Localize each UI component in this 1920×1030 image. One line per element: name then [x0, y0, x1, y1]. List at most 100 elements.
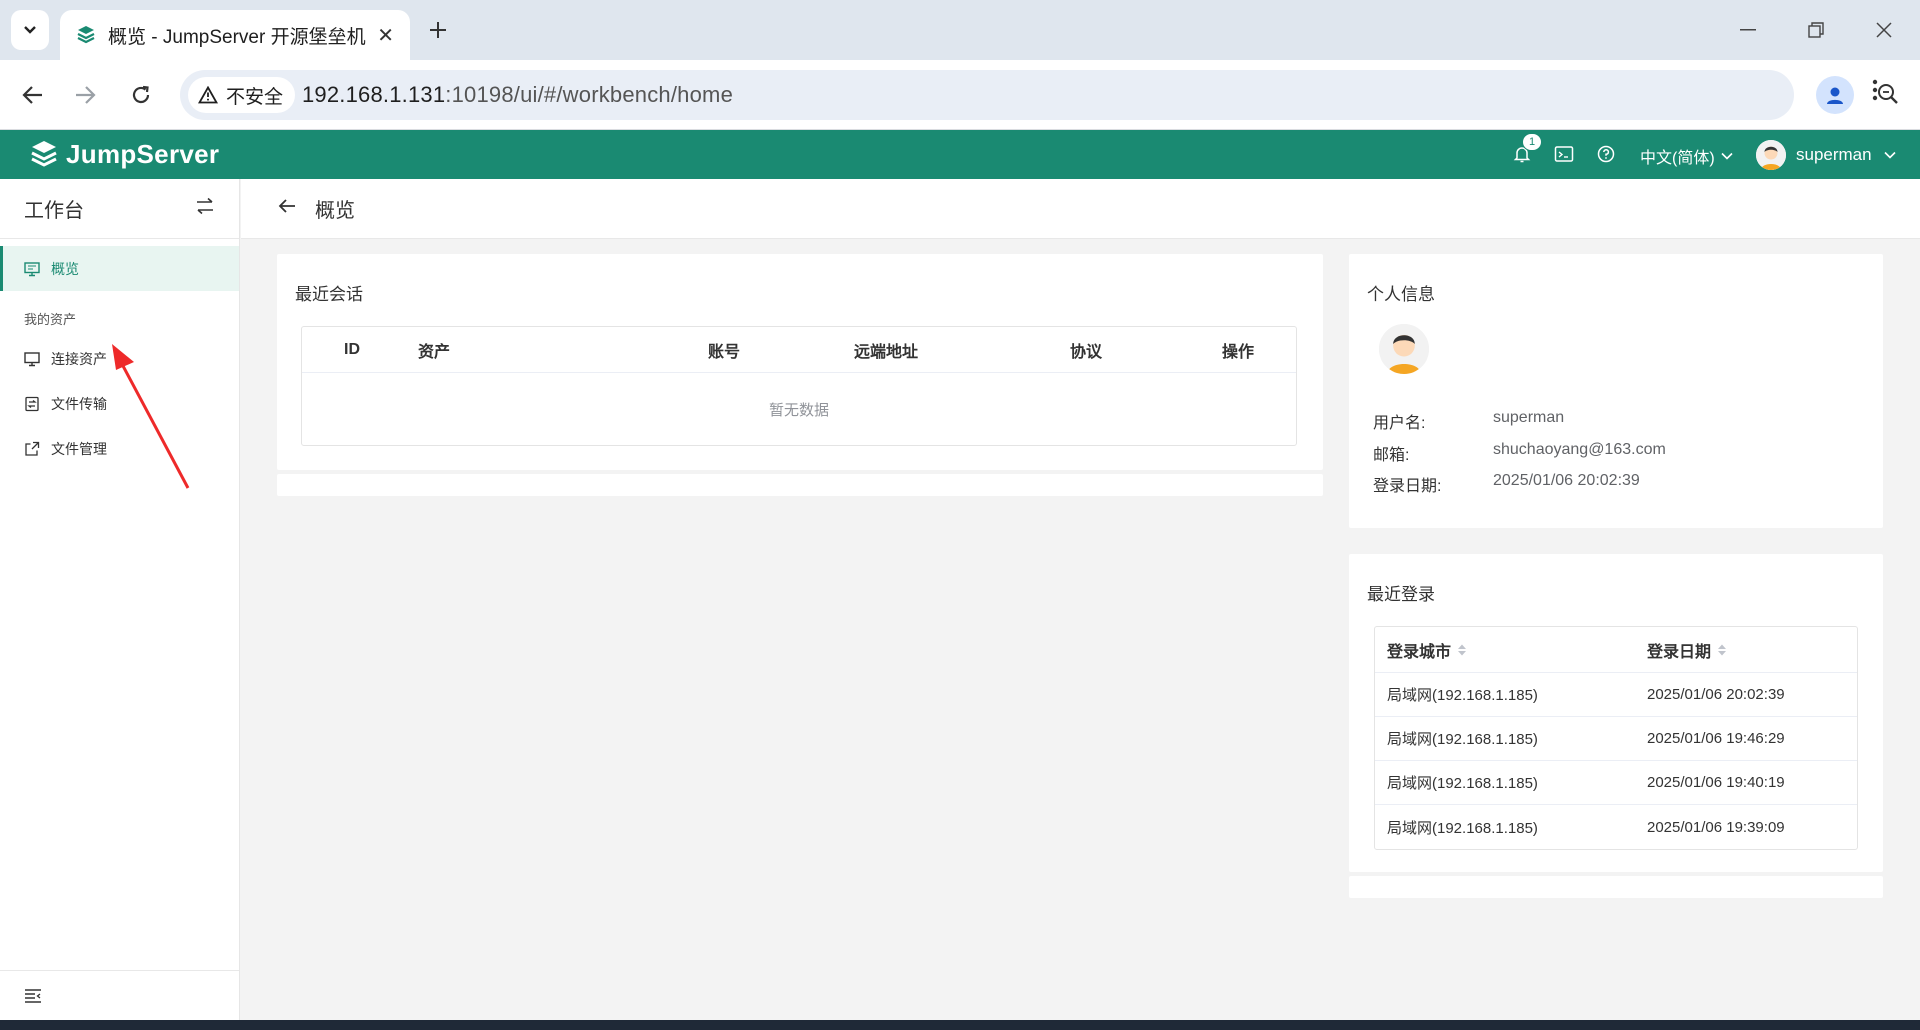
card-title: 个人信息 [1367, 285, 1435, 304]
language-switcher[interactable]: 中文(简体) [1640, 144, 1733, 168]
column-header-id: ID [344, 340, 360, 358]
back-button[interactable] [14, 76, 52, 114]
restore-button[interactable] [1796, 12, 1836, 48]
arrow-left-icon [22, 86, 42, 104]
help-circle-icon [1597, 145, 1615, 163]
url-path: :10198/ui/#/workbench/home [445, 82, 734, 107]
empty-state-text: 暂无数据 [768, 401, 829, 419]
page-title: 概览 [315, 200, 355, 222]
close-window-button[interactable] [1864, 12, 1904, 48]
sessions-table: ID 资产 账号 远端地址 协议 操作 暂无数据 [301, 326, 1297, 446]
notification-count-badge: 1 [1522, 133, 1542, 151]
sidebar-header: 工作台 [0, 179, 239, 239]
cell-date: 2025/01/06 19:39:09 [1647, 818, 1785, 836]
arrow-left-icon [278, 199, 295, 213]
table-row: 局域网(192.168.1.185) 2025/01/06 19:40:19 [1375, 761, 1857, 805]
reload-button[interactable] [122, 76, 160, 114]
file-transfer-icon [25, 396, 39, 411]
back-button[interactable] [277, 198, 297, 219]
new-tab-button[interactable] [422, 14, 454, 46]
info-label: 用户名: [1373, 415, 1426, 432]
user-avatar-icon [1756, 140, 1786, 170]
os-taskbar [0, 1020, 1920, 1030]
language-label: 中文(简体) [1640, 150, 1715, 167]
cell-city: 局域网(192.168.1.185) [1387, 819, 1538, 837]
card-title: 最近登录 [1367, 585, 1435, 604]
browser-profile-button[interactable] [1816, 76, 1854, 114]
sidebar-nav: 概览 我的资产 连接资产 文件传输 文件管理 [0, 239, 239, 471]
forward-button[interactable] [66, 76, 104, 114]
cell-date: 2025/01/06 20:02:39 [1647, 686, 1785, 703]
user-menu[interactable]: superman [1756, 140, 1896, 170]
profile-card: 个人信息 用户名: superman 邮箱: shuchaoyang@163.c… [1349, 254, 1883, 528]
card-title: 最近会话 [295, 285, 363, 304]
sidebar-group-label: 我的资产 [24, 312, 77, 327]
view-switch-button[interactable] [195, 197, 215, 220]
minimize-button[interactable] [1728, 12, 1768, 48]
sidebar-collapse-button[interactable] [0, 970, 239, 1020]
jumpserver-favicon-icon [77, 26, 95, 44]
column-header-label: 登录城市 [1387, 643, 1452, 661]
browser-menu-button[interactable] [1872, 78, 1878, 107]
reload-icon [132, 85, 150, 104]
column-header-date[interactable]: 登录日期 [1647, 638, 1857, 662]
card-footer-strip [277, 474, 1323, 496]
kebab-menu-icon [1872, 79, 1878, 101]
info-value-login-date: 2025/01/06 20:02:39 [1493, 472, 1640, 489]
address-bar[interactable]: 不安全 192.168.1.131:10198/ui/#/workbench/h… [180, 70, 1898, 120]
zoom-button[interactable] [1876, 82, 1900, 111]
cell-date: 2025/01/06 19:46:29 [1647, 730, 1785, 747]
info-value-username: superman [1493, 409, 1565, 426]
help-button[interactable] [1594, 142, 1618, 166]
table-header: 登录城市 登录日期 [1375, 627, 1857, 673]
minimize-icon [1740, 29, 1756, 31]
column-header-city[interactable]: 登录城市 [1375, 638, 1647, 662]
web-terminal-button[interactable] [1552, 142, 1576, 166]
sidebar-item-file-transfer[interactable]: 文件传输 [0, 381, 239, 426]
sidebar-item-overview[interactable]: 概览 [0, 246, 239, 291]
url-text[interactable]: 192.168.1.131:10198/ui/#/workbench/home [302, 82, 733, 108]
security-chip[interactable]: 不安全 [188, 77, 296, 113]
sidebar-item-label: 文件传输 [51, 395, 107, 412]
sidebar-item-label: 文件管理 [51, 440, 107, 457]
page-header: 概览 [241, 179, 1920, 239]
sidebar-item-file-management[interactable]: 文件管理 [0, 426, 239, 471]
info-label: 登录日期: [1373, 478, 1442, 495]
chevron-down-icon [1884, 151, 1896, 159]
monitor-icon [24, 261, 40, 276]
column-header-asset: 资产 [418, 343, 451, 361]
plus-icon [430, 22, 446, 38]
jumpserver-logo-icon [31, 141, 57, 167]
info-row-username: 用户名: superman [1373, 409, 1564, 433]
column-header-label: 登录日期 [1647, 643, 1712, 661]
terminal-icon [1554, 146, 1574, 162]
card-footer-strip [1349, 876, 1883, 898]
column-header-protocol: 协议 [1070, 343, 1103, 361]
cell-date: 2025/01/06 19:40:19 [1647, 774, 1785, 791]
sort-caret-icon [1718, 644, 1727, 655]
info-value-email: shuchaoyang@163.com [1493, 441, 1666, 458]
sort-caret-icon [1458, 644, 1467, 655]
browser-tab-bar: 概览 - JumpServer 开源堡垒机 ✕ [0, 0, 1920, 60]
user-avatar-icon [1379, 324, 1429, 374]
restore-icon [1808, 22, 1824, 38]
table-row: 局域网(192.168.1.185) 2025/01/06 19:46:29 [1375, 717, 1857, 761]
sidebar-item-connect-assets[interactable]: 连接资产 [0, 336, 239, 381]
url-host: 192.168.1.131 [302, 82, 446, 107]
cell-city: 局域网(192.168.1.185) [1387, 775, 1538, 792]
tab-close-icon[interactable]: ✕ [377, 23, 394, 48]
username-label: superman [1796, 145, 1872, 164]
person-icon [1827, 87, 1843, 104]
avatar [1379, 324, 1429, 374]
brand-logo[interactable]: JumpServer [28, 138, 219, 170]
sidebar-title: 工作台 [24, 200, 84, 222]
cell-city: 局域网(192.168.1.185) [1387, 731, 1538, 748]
warning-icon [198, 86, 218, 104]
zoom-icon [1878, 84, 1898, 104]
browser-tab-active[interactable]: 概览 - JumpServer 开源堡垒机 ✕ [60, 10, 410, 60]
tab-search-button[interactable] [11, 10, 49, 50]
info-row-login-date: 登录日期: 2025/01/06 20:02:39 [1373, 472, 1640, 496]
table-row: 局域网(192.168.1.185) 2025/01/06 19:39:09 [1375, 805, 1857, 849]
external-link-icon [25, 441, 40, 456]
table-row: 局域网(192.168.1.185) 2025/01/06 20:02:39 [1375, 673, 1857, 717]
